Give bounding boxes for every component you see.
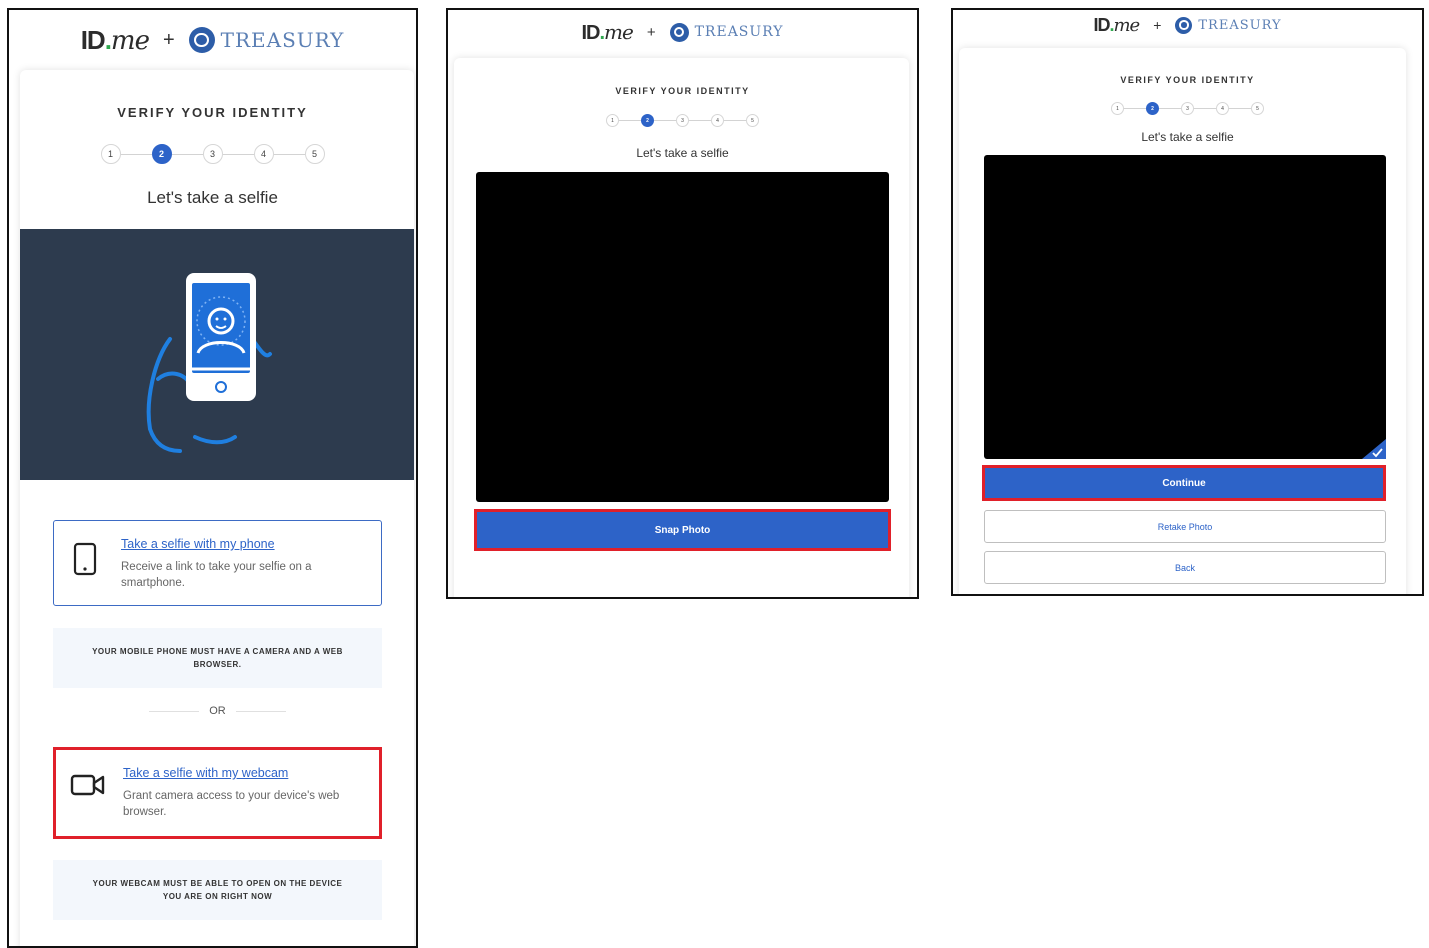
snap-photo-panel: ID.me + TREASURY VERIFY YOUR IDENTITY 1 … (446, 8, 919, 599)
plus-sign: + (1153, 17, 1162, 33)
step-5: 5 (304, 144, 325, 164)
webcam-requirement-notice: YOUR WEBCAM MUST BE ABLE TO OPEN ON THE … (53, 860, 382, 920)
step-1: 1 (1111, 102, 1124, 115)
header: ID.me + TREASURY (448, 10, 917, 54)
step-5: 5 (746, 114, 759, 127)
divider-line (235, 710, 286, 712)
or-label: OR (209, 705, 226, 717)
step-3: 3 (202, 144, 223, 164)
step-4: 4 (1216, 102, 1229, 115)
treasury-seal-icon (1175, 16, 1193, 34)
idme-logo: ID.me (1093, 14, 1140, 36)
step-connector (654, 120, 676, 121)
stepper: 1 2 3 4 5 (9, 144, 416, 164)
divider-line (149, 710, 200, 712)
step-3: 3 (1181, 102, 1194, 115)
video-camera-icon (70, 774, 105, 796)
step-connector (120, 153, 152, 155)
treasury-logo: TREASURY (669, 22, 784, 42)
phone-selfie-link[interactable]: Take a selfie with my phone (121, 537, 275, 551)
verify-title: VERIFY YOUR IDENTITY (615, 86, 750, 96)
step-2-active: 2 (1146, 102, 1159, 115)
stepper: 1 2 3 4 5 (953, 102, 1422, 115)
phone-selfie-illustration (146, 273, 272, 453)
step-4: 4 (253, 144, 274, 164)
photo-review-panel: ID.me + TREASURY VERIFY YOUR IDENTITY 1 … (951, 8, 1424, 596)
step-connector (1159, 108, 1181, 109)
or-divider: OR (149, 705, 286, 717)
selfie-options-panel: ID.me + TREASURY VERIFY YOUR IDENTITY 1 … (7, 8, 418, 948)
treasury-seal-icon (669, 22, 689, 42)
stepper: 1 2 3 4 5 (448, 114, 917, 127)
treasury-label: TREASURY (694, 24, 784, 40)
verify-title: VERIFY YOUR IDENTITY (1120, 75, 1255, 85)
step-connector (619, 120, 641, 121)
page-subtitle: Let's take a selfie (147, 188, 278, 207)
step-3: 3 (676, 114, 689, 127)
step-connector (1124, 108, 1146, 109)
treasury-seal-icon (188, 27, 215, 53)
continue-button[interactable]: Continue (982, 465, 1386, 501)
treasury-label: TREASURY (1198, 17, 1282, 33)
back-button[interactable]: Back (984, 551, 1386, 584)
phone-selfie-description: Receive a link to take your selfie on a … (121, 561, 312, 589)
step-connector (724, 120, 746, 121)
verify-title: VERIFY YOUR IDENTITY (117, 105, 308, 120)
step-2-active: 2 (641, 114, 654, 127)
plus-sign: + (646, 23, 656, 41)
idme-logo: ID.me (80, 24, 150, 56)
phone-requirement-notice: YOUR MOBILE PHONE MUST HAVE A CAMERA AND… (53, 628, 382, 688)
phone-selfie-option[interactable]: Take a selfie with my phone Receive a li… (53, 520, 382, 606)
page-subtitle: Let's take a selfie (636, 146, 729, 160)
checkmark-corner-icon (1362, 439, 1386, 459)
step-5: 5 (1251, 102, 1264, 115)
step-4: 4 (711, 114, 724, 127)
plus-sign: + (162, 28, 175, 51)
webcam-selfie-option[interactable]: Take a selfie with my webcam Grant camer… (53, 747, 382, 839)
step-connector (171, 153, 203, 155)
header: ID.me + TREASURY (953, 10, 1422, 40)
step-connector (273, 153, 305, 155)
step-connector (222, 153, 254, 155)
step-connector (1194, 108, 1216, 109)
captured-photo-preview (984, 155, 1386, 459)
treasury-logo: TREASURY (188, 27, 345, 53)
camera-preview (476, 172, 889, 502)
retake-photo-button[interactable]: Retake Photo (984, 510, 1386, 543)
step-connector (1229, 108, 1251, 109)
smartphone-icon (73, 542, 97, 576)
treasury-label: TREASURY (220, 28, 345, 52)
idme-logo: ID.me (581, 19, 633, 44)
step-connector (689, 120, 711, 121)
header: ID.me + TREASURY (9, 10, 416, 70)
webcam-selfie-description: Grant camera access to your device's web… (123, 790, 340, 818)
webcam-selfie-link[interactable]: Take a selfie with my webcam (123, 766, 288, 780)
selfie-hero-banner (20, 229, 414, 480)
step-1: 1 (606, 114, 619, 127)
treasury-logo: TREASURY (1175, 16, 1282, 34)
step-2-active: 2 (151, 144, 172, 164)
snap-photo-button[interactable]: Snap Photo (474, 509, 891, 551)
step-1: 1 (100, 144, 121, 164)
page-subtitle: Let's take a selfie (1141, 130, 1234, 144)
